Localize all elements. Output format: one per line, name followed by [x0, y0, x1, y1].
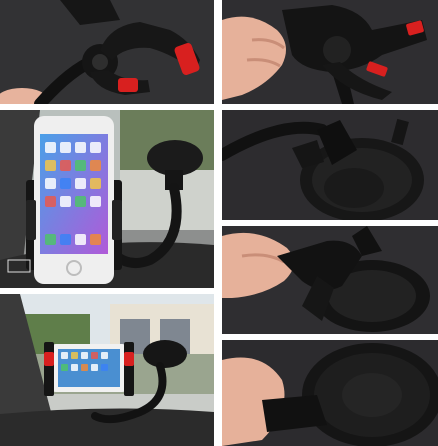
phone-mounted-image	[0, 110, 214, 288]
phone-dashboard-image	[0, 294, 214, 446]
photo-suction-underside	[222, 340, 438, 446]
suction-base-image	[222, 110, 438, 220]
photo-hand-lever	[222, 226, 438, 334]
photo-hand-clamp	[222, 0, 438, 104]
photo-suction-base	[222, 110, 438, 220]
hand-clamp-image	[222, 0, 438, 104]
photo-clamp-closeup	[0, 0, 214, 104]
photo-phone-mounted	[0, 110, 214, 288]
hand-lever-image	[222, 226, 438, 334]
clamp-closeup-image	[0, 0, 214, 104]
suction-underside-image	[222, 340, 438, 446]
photo-phone-dashboard	[0, 294, 214, 446]
